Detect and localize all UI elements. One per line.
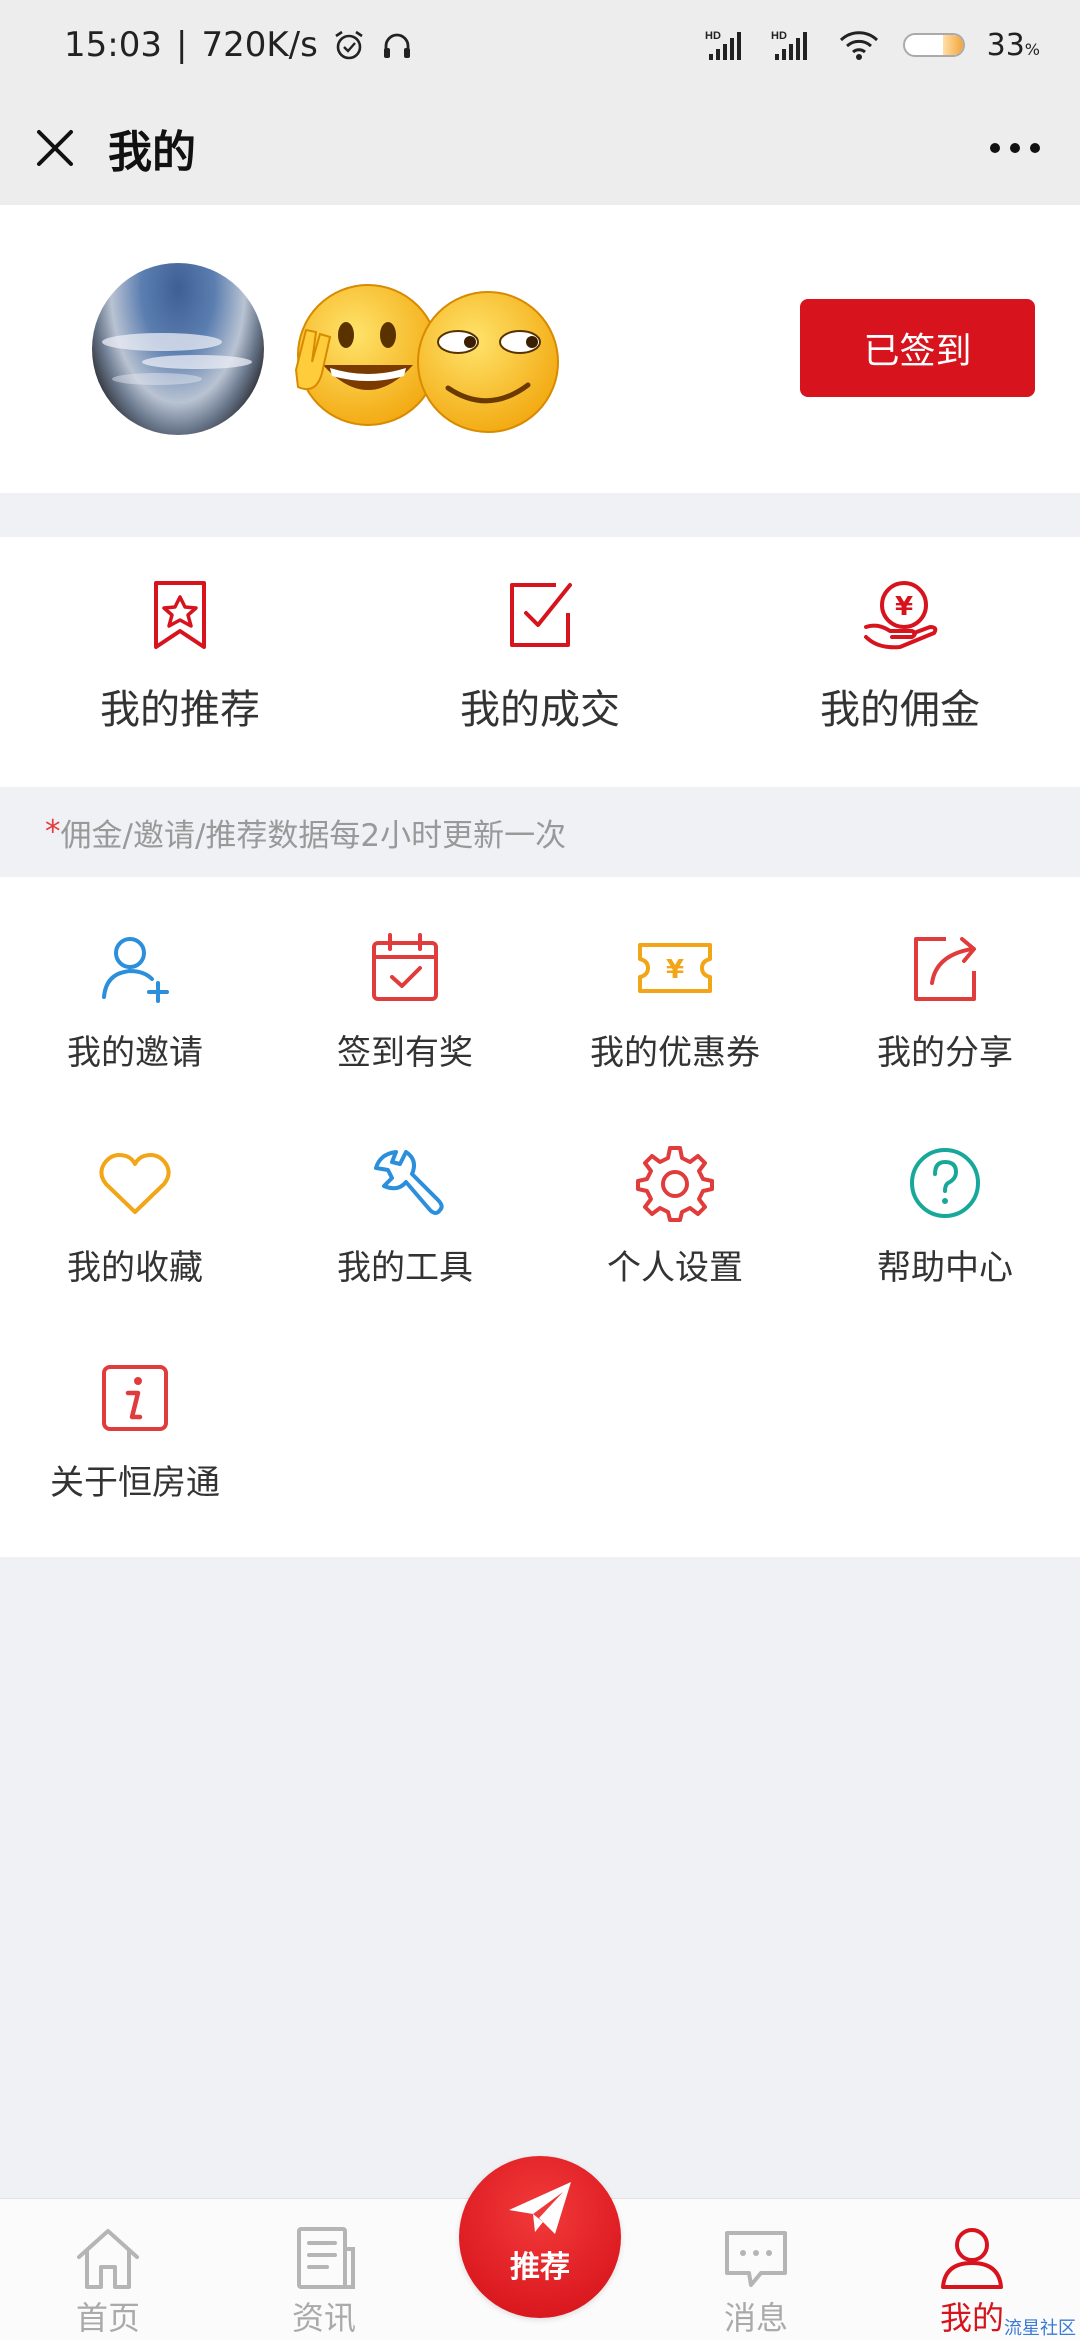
more-button[interactable]: [980, 123, 1050, 173]
menu-label: 关于恒房通: [50, 1463, 220, 1503]
page-title: 我的: [108, 126, 196, 178]
info-icon: [102, 1365, 168, 1431]
heart-icon: [99, 1153, 171, 1214]
tab-label: 我的: [939, 2299, 1004, 2337]
menu-my-invite[interactable]: 我的邀请: [0, 877, 270, 1077]
menu-label: 帮助中心: [877, 1248, 1013, 1288]
wrench-icon: [374, 1150, 444, 1215]
home-icon: [77, 2229, 139, 2289]
menu-my-coupons[interactable]: ¥ 我的优惠券: [540, 877, 810, 1077]
watermark: 流星社区: [1004, 2318, 1076, 2339]
signal-hd-icon-2: HD: [771, 30, 807, 60]
title-bar: 我的: [0, 90, 1080, 205]
signed-in-button[interactable]: 已签到: [800, 299, 1035, 397]
function-grid: 我的邀请 签到有奖 ¥ 我的优惠券 我的分享 我的收藏 我的工具 个人设置 帮助…: [0, 877, 1080, 1557]
nickname-emoji: [294, 284, 559, 433]
update-notice: * 佣金/邀请/推荐数据每2小时更新一次: [0, 787, 1080, 877]
message-icon: [725, 2231, 787, 2287]
stat-my-recommend[interactable]: 我的推荐: [0, 537, 360, 787]
tab-news[interactable]: 资讯: [234, 2199, 414, 2340]
status-bar: 15:03 | 720K/s HD HD 33%: [0, 0, 1080, 90]
coin-hand-icon: ¥: [864, 581, 938, 650]
checkbox-icon: [510, 583, 572, 647]
menu-about[interactable]: 关于恒房通: [0, 1307, 270, 1507]
coupon-icon: ¥: [638, 943, 712, 993]
stat-label: 我的推荐: [100, 687, 260, 733]
menu-sign-reward[interactable]: 签到有奖: [270, 877, 540, 1077]
paper-plane-icon: [509, 2182, 571, 2234]
notice-text: 佣金/邀请/推荐数据每2小时更新一次: [60, 817, 567, 854]
stat-label: 我的成交: [460, 687, 620, 733]
signal-hd-icon: HD: [705, 30, 741, 60]
stat-my-deals[interactable]: 我的成交: [360, 537, 720, 787]
menu-label: 我的工具: [337, 1248, 473, 1288]
avatar[interactable]: [92, 263, 264, 435]
menu-my-share[interactable]: 我的分享: [810, 877, 1080, 1077]
tab-messages[interactable]: 消息: [666, 2199, 846, 2340]
stats-row: 我的推荐 我的成交 ¥ 我的佣金: [0, 537, 1080, 787]
close-icon: [37, 129, 73, 166]
menu-label: 我的收藏: [67, 1248, 203, 1288]
wifi-icon: [839, 31, 878, 60]
tab-label: 资讯: [291, 2299, 356, 2337]
notice-asterisk: *: [45, 814, 61, 850]
recommend-button[interactable]: 推荐: [459, 2156, 621, 2318]
menu-my-favorites[interactable]: 我的收藏: [0, 1092, 270, 1292]
battery-icon: [902, 33, 965, 57]
svg-text:¥: ¥: [895, 592, 913, 622]
menu-label: 我的邀请: [67, 1033, 203, 1073]
menu-my-tools[interactable]: 我的工具: [270, 1092, 540, 1292]
status-separator: |: [175, 25, 188, 65]
menu-label: 我的分享: [877, 1033, 1013, 1073]
network-speed: 720K/s: [201, 25, 318, 65]
svg-text:¥: ¥: [666, 955, 684, 985]
battery-level: 33%: [986, 27, 1040, 63]
news-icon: [297, 2227, 355, 2289]
menu-label: 签到有奖: [337, 1033, 473, 1073]
status-time: 15:03: [64, 25, 162, 65]
help-icon: [910, 1148, 980, 1218]
tab-label: 消息: [723, 2299, 788, 2337]
menu-personal-settings[interactable]: 个人设置: [540, 1092, 810, 1292]
headphones-icon: [383, 33, 410, 58]
profile-card: 已签到: [0, 205, 1080, 493]
calendar-check-icon: [372, 933, 438, 1001]
bookmark-star-icon: [154, 581, 206, 649]
svg-text:HD: HD: [705, 30, 721, 42]
menu-label: 个人设置: [607, 1248, 743, 1288]
stat-label: 我的佣金: [820, 687, 980, 733]
recommend-label: 推荐: [510, 2250, 570, 2285]
stat-my-commission[interactable]: ¥ 我的佣金: [720, 537, 1080, 787]
tab-home[interactable]: 首页: [18, 2199, 198, 2340]
svg-text:HD: HD: [771, 30, 787, 42]
tab-label: 首页: [75, 2299, 140, 2337]
close-button[interactable]: [30, 123, 80, 173]
alarm-icon: [335, 30, 363, 60]
mine-page: 15:03 | 720K/s HD HD 33% 我的 已签到 我的推荐 我的成…: [0, 0, 1080, 2340]
menu-help-center[interactable]: 帮助中心: [810, 1092, 1080, 1292]
more-icon: [990, 142, 1040, 153]
gear-icon: [636, 1146, 714, 1222]
add-user-icon: [102, 937, 169, 1003]
menu-label: 我的优惠券: [590, 1033, 760, 1073]
user-icon: [941, 2228, 1003, 2289]
share-icon: [914, 937, 976, 1001]
